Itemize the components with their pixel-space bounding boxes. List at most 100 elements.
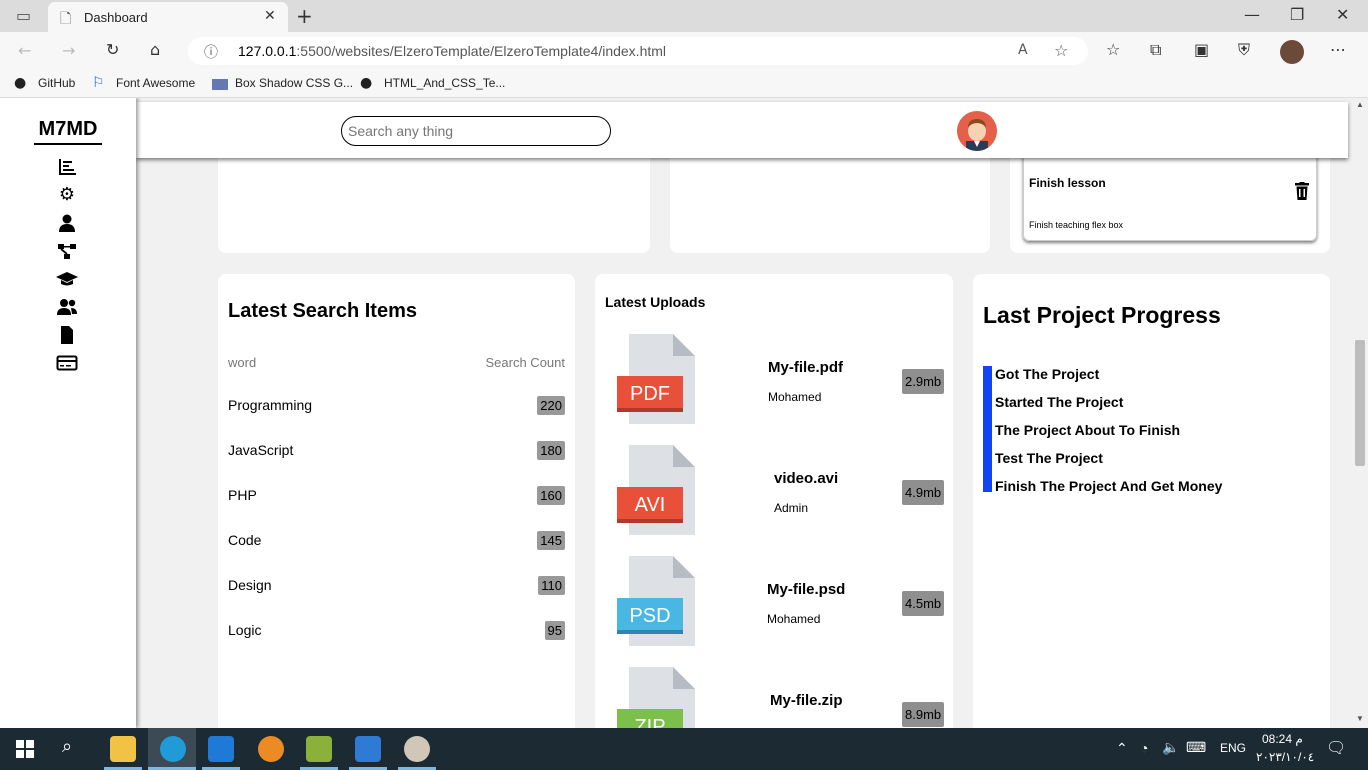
clock-time[interactable]: 08:24 م	[1262, 732, 1303, 746]
upload-name[interactable]: My-file.pdf	[768, 359, 843, 376]
minimize-icon[interactable]: —	[1244, 5, 1260, 24]
photos-icon[interactable]	[355, 736, 381, 762]
avatar[interactable]	[957, 111, 997, 151]
refresh-icon[interactable]: ↻	[106, 40, 119, 59]
add-favorite-icon[interactable]: ☆	[1054, 41, 1068, 60]
url-field[interactable]: ⓘ 127.0.0.1:5500/websites/ElzeroTemplate…	[188, 37, 1088, 65]
file-icon[interactable]	[56, 326, 78, 348]
wifi-icon[interactable]: ◔	[1140, 740, 1148, 756]
search-count-badge: 95	[544, 621, 565, 640]
extension-icon[interactable]: ▣	[1194, 40, 1209, 59]
info-icon[interactable]: ⓘ	[204, 42, 218, 62]
upload-size-badge: 4.9mb	[902, 480, 945, 505]
logo[interactable]: M7MD	[34, 118, 102, 145]
scroll-down-icon[interactable]: ▼	[1356, 714, 1364, 723]
gear-icon[interactable]: ⚙	[56, 184, 78, 206]
vscode-icon[interactable]	[208, 736, 234, 762]
app-icon[interactable]	[306, 736, 332, 762]
blender-icon[interactable]	[258, 736, 284, 762]
search-icon[interactable]: ⌕	[62, 736, 72, 757]
search-input[interactable]	[341, 116, 611, 146]
volume-icon[interactable]: 🔈	[1162, 739, 1179, 756]
upload-name[interactable]: My-file.psd	[767, 581, 845, 598]
collections-icon[interactable]: ⧉	[1150, 40, 1161, 60]
forward-icon[interactable]: →	[62, 41, 75, 60]
new-tab-icon[interactable]: +	[296, 4, 313, 28]
search-row: Design 110	[218, 574, 575, 599]
tab-actions-icon[interactable]: ▭	[16, 6, 31, 25]
browser-tab[interactable]: 🗋 Dashboard ✕	[48, 2, 288, 32]
favorites-icon[interactable]: ☆	[1106, 40, 1120, 59]
upload-item: ZIP My-file.zip 8.9mb	[595, 667, 953, 728]
page-icon: 🗋	[60, 11, 72, 27]
users-icon[interactable]	[56, 298, 78, 320]
search-row: Code 145	[218, 529, 575, 554]
upload-item: PDF My-file.pdf Mohamed 2.9mb	[595, 334, 953, 426]
diagram-icon[interactable]	[56, 242, 78, 264]
trash-icon[interactable]	[1294, 182, 1310, 200]
progress-step: Started The Project	[995, 394, 1124, 410]
search-items-card: Latest Search Items word Search Count Pr…	[218, 274, 575, 728]
search-count-badge: 160	[537, 486, 565, 505]
chevron-up-icon[interactable]: ⌃	[1116, 740, 1128, 757]
user-icon[interactable]	[56, 214, 78, 236]
address-bar-row: ← → ↻ ⌂ ⓘ 127.0.0.1:5500/websites/Elzero…	[0, 32, 1368, 70]
paint-icon[interactable]	[404, 736, 430, 762]
bookmark-html-css[interactable]: HTML_And_CSS_Te...	[384, 76, 505, 90]
close-window-icon[interactable]: ✕	[1336, 5, 1349, 24]
shield-icon[interactable]: ⛨	[1238, 40, 1250, 60]
flag-icon: ⚐	[92, 75, 105, 91]
upload-item: PSD My-file.psd Mohamed 4.5mb	[595, 556, 953, 648]
upload-size-badge: 2.9mb	[902, 369, 945, 394]
language-indicator[interactable]: ENG	[1220, 741, 1246, 755]
bookmarks-bar: ● GitHub ⚐ Font Awesome Box Shadow CSS G…	[0, 70, 1368, 98]
search-count-badge: 145	[537, 531, 565, 550]
search-row: PHP 160	[218, 484, 575, 509]
clock-date[interactable]: ٢٠٢٣/١٠/٠٤	[1256, 750, 1314, 764]
file-explorer-icon[interactable]	[110, 736, 136, 762]
bookmark-box-shadow[interactable]: Box Shadow CSS G...	[235, 76, 353, 90]
edge-icon[interactable]	[160, 736, 186, 762]
file-ext-label: ZIP	[634, 716, 665, 728]
home-icon[interactable]: ⌂	[150, 40, 160, 59]
url-host: 127.0.0.1	[238, 43, 297, 59]
search-word: Logic	[228, 622, 262, 638]
github-icon: ●	[14, 75, 27, 91]
search-row: Programming 220	[218, 394, 575, 419]
upload-item: AVI video.avi Admin 4.9mb	[595, 445, 953, 537]
upload-name[interactable]: My-file.zip	[770, 692, 843, 709]
folder-icon	[212, 79, 228, 90]
chart-icon[interactable]	[56, 158, 78, 180]
graduation-cap-icon[interactable]	[56, 270, 78, 292]
task-desc: Finish teaching flex box	[1029, 220, 1124, 230]
progress-line	[983, 366, 992, 492]
file-ext-label: PDF	[630, 383, 670, 405]
back-icon[interactable]: ←	[18, 41, 31, 60]
credit-card-icon[interactable]	[56, 354, 78, 376]
progress-step: Test The Project	[995, 450, 1103, 466]
upload-name[interactable]: video.avi	[774, 470, 838, 487]
search-word: JavaScript	[228, 442, 294, 458]
progress-title: Last Project Progress	[983, 302, 1221, 328]
scroll-up-icon[interactable]: ▲	[1356, 100, 1364, 109]
page-viewport: Finish lesson Finish teaching flex box L…	[0, 98, 1352, 728]
search-items-title: Latest Search Items	[228, 300, 417, 322]
read-aloud-icon[interactable]: A	[1018, 42, 1028, 58]
column-word: word	[228, 355, 257, 370]
search-count-badge: 220	[537, 396, 565, 415]
keyboard-icon[interactable]: ⌨	[1186, 739, 1206, 756]
page-scrollbar[interactable]: ▲ ▼	[1352, 98, 1368, 728]
notification-icon[interactable]: 🗨	[1326, 738, 1346, 758]
more-icon[interactable]: ⋯	[1330, 40, 1346, 59]
bookmark-github[interactable]: GitHub	[38, 76, 75, 90]
windows-start-icon[interactable]	[16, 740, 34, 758]
search-word: Code	[228, 532, 262, 548]
uploads-title: Latest Uploads	[605, 294, 706, 310]
close-tab-icon[interactable]: ✕	[264, 8, 276, 24]
scrollbar-thumb[interactable]	[1355, 340, 1365, 466]
top-header	[136, 102, 1348, 158]
bookmark-font-awesome[interactable]: Font Awesome	[116, 76, 195, 90]
profile-avatar[interactable]	[1280, 40, 1304, 64]
maximize-icon[interactable]: ❐	[1290, 5, 1304, 24]
progress-step: Got The Project	[995, 366, 1100, 382]
